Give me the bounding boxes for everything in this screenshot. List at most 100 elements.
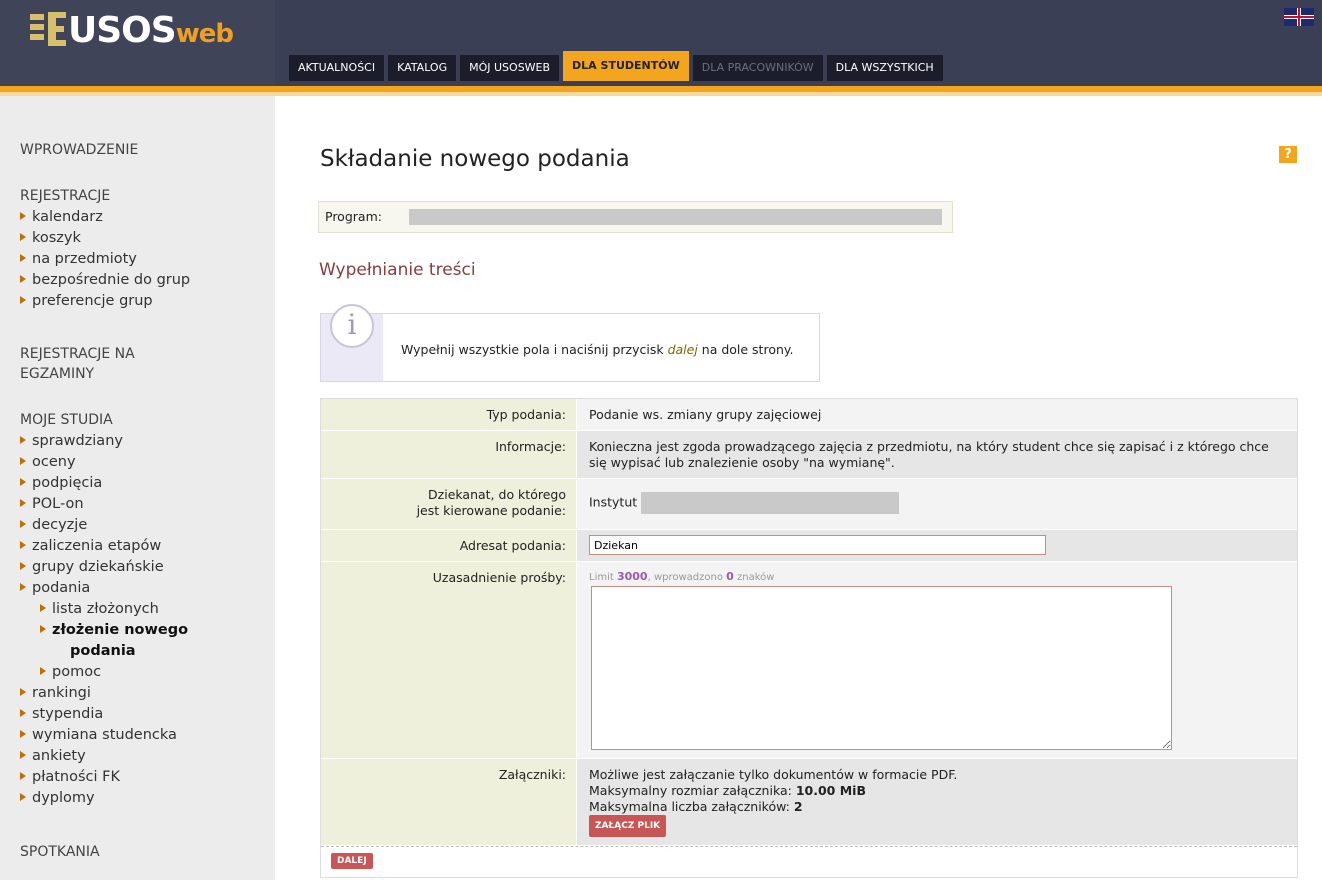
tab-dla-pracownikow[interactable]: DLA PRACOWNIKÓW bbox=[692, 55, 823, 81]
typ-label: Typ podania: bbox=[321, 399, 576, 430]
header-bar: USOSweb AKTUALNOŚCI KATALOG MÓJ USOSWEB … bbox=[0, 0, 1322, 96]
sidebar-item-zlozenie-nowego-podania[interactable]: złożenie nowego bbox=[20, 620, 188, 641]
next-button[interactable]: DALEJ bbox=[331, 853, 373, 869]
dziekanat-label: Dziekanat, do którego jest kierowane pod… bbox=[321, 479, 576, 529]
sidebar-item-wymiana-studencka[interactable]: wymiana studencka bbox=[20, 725, 188, 746]
sidebar-item-na-przedmioty[interactable]: na przedmioty bbox=[20, 249, 190, 270]
program-box: Program: bbox=[318, 201, 953, 233]
form-row-informacje: Informacje: Konieczna jest zgoda prowadz… bbox=[321, 431, 1297, 479]
form-row-typ: Typ podania: Podanie ws. zmiany grupy za… bbox=[321, 399, 1297, 431]
adresat-label: Adresat podania: bbox=[321, 530, 576, 561]
form-row-zalaczniki: Załączniki: Możliwe jest załączanie tylk… bbox=[321, 759, 1297, 846]
char-limit-counter: Limit 3000, wprowadzono 0 znaków bbox=[589, 570, 775, 583]
tab-moj-usosweb[interactable]: MÓJ USOSWEB bbox=[460, 55, 560, 81]
form-row-dziekanat: Dziekanat, do którego jest kierowane pod… bbox=[321, 479, 1297, 530]
info-box: i Wypełnij wszystkie pola i naciśnij prz… bbox=[320, 304, 820, 382]
bullet-icon bbox=[20, 232, 28, 242]
tab-aktualnosci[interactable]: AKTUALNOŚCI bbox=[289, 55, 385, 81]
bullet-icon bbox=[20, 582, 28, 592]
zalaczniki-label: Załączniki: bbox=[321, 759, 576, 845]
bullet-icon bbox=[20, 708, 28, 718]
sidebar-item-preferencje-grup[interactable]: preferencje grup bbox=[20, 291, 190, 312]
sidebar-item-sprawdziany[interactable]: sprawdziany bbox=[20, 431, 188, 452]
bullet-icon bbox=[20, 561, 28, 571]
form-row-uzasadnienie: Uzasadnienie prośby: Limit 3000, wprowad… bbox=[321, 562, 1297, 759]
usosweb-logo[interactable]: USOSweb bbox=[30, 10, 234, 51]
sidebar-item-pomoc[interactable]: pomoc bbox=[20, 662, 188, 683]
info-dalej-emphasis: dalej bbox=[667, 342, 698, 357]
help-icon[interactable]: ? bbox=[1279, 146, 1297, 163]
main-tabs: AKTUALNOŚCI KATALOG MÓJ USOSWEB DLA STUD… bbox=[289, 51, 943, 81]
sidebar-item-rankingi[interactable]: rankingi bbox=[20, 683, 188, 704]
zalaczniki-value: Możliwe jest załączanie tylko dokumentów… bbox=[577, 759, 1297, 845]
sidebar-item-oceny[interactable]: oceny bbox=[20, 452, 188, 473]
sidebar-section-rejestracje-na-egzaminy[interactable]: REJESTRACJE NA EGZAMINY bbox=[20, 344, 135, 384]
bullet-icon bbox=[20, 771, 28, 781]
sidebar-item-koszyk[interactable]: koszyk bbox=[20, 228, 190, 249]
sidebar-item-pol-on[interactable]: POL-on bbox=[20, 494, 188, 515]
sidebar-item-lista-zlozonych[interactable]: lista złożonych bbox=[20, 599, 188, 620]
uzasadnienie-label: Uzasadnienie prośby: bbox=[321, 562, 576, 758]
logo-suffix: web bbox=[175, 19, 234, 49]
bullet-icon bbox=[40, 603, 48, 613]
bullet-icon bbox=[20, 456, 28, 466]
bullet-icon bbox=[20, 687, 28, 697]
bullet-icon bbox=[20, 435, 28, 445]
program-value-redacted bbox=[409, 209, 942, 225]
sidebar-list-moje-studia: sprawdziany oceny podpięcia POL-on decyz… bbox=[20, 431, 188, 809]
bullet-icon bbox=[40, 624, 48, 634]
sidebar-item-decyzje[interactable]: decyzje bbox=[20, 515, 188, 536]
form-footer: DALEJ bbox=[321, 846, 1297, 877]
tab-katalog[interactable]: KATALOG bbox=[388, 55, 457, 81]
attach-file-button[interactable]: ZAŁĄCZ PLIK bbox=[589, 815, 667, 837]
bullet-icon bbox=[20, 750, 28, 760]
page-title: Składanie nowego podania bbox=[320, 146, 630, 172]
sidebar-item-zaliczenia-etapow[interactable]: zaliczenia etapów bbox=[20, 536, 188, 557]
bullet-icon bbox=[20, 498, 28, 508]
dziekanat-value: Instytut bbox=[577, 479, 1297, 529]
sidebar-item-zlozenie-nowego-podania-line2[interactable]: podania bbox=[20, 641, 188, 662]
adresat-input[interactable] bbox=[589, 535, 1046, 555]
sidebar-list-rejestracje: kalendarz koszyk na przedmioty bezpośred… bbox=[20, 207, 190, 312]
tab-dla-studentow[interactable]: DLA STUDENTÓW bbox=[563, 51, 689, 81]
bullet-icon bbox=[40, 666, 48, 676]
sidebar-item-podania[interactable]: podania bbox=[20, 578, 188, 599]
form-row-adresat: Adresat podania: bbox=[321, 530, 1297, 562]
informacje-label: Informacje: bbox=[321, 431, 576, 478]
logo-mark-icon bbox=[30, 12, 66, 46]
sidebar-item-podpiecia[interactable]: podpięcia bbox=[20, 473, 188, 494]
bullet-icon bbox=[20, 540, 28, 550]
bullet-icon bbox=[20, 729, 28, 739]
sidebar-item-platnosci-fk[interactable]: płatności FK bbox=[20, 767, 188, 788]
bullet-icon bbox=[20, 253, 28, 263]
sidebar-item-grupy-dziekanskie[interactable]: grupy dziekańskie bbox=[20, 557, 188, 578]
bullet-icon bbox=[20, 295, 28, 305]
sidebar-item-bezposrednie-do-grup[interactable]: bezpośrednie do grup bbox=[20, 270, 190, 291]
sidebar-item-stypendia[interactable]: stypendia bbox=[20, 704, 188, 725]
bullet-icon bbox=[20, 519, 28, 529]
bullet-icon bbox=[20, 211, 28, 221]
logo-text: USOS bbox=[68, 10, 177, 51]
sidebar-item-ankiety[interactable]: ankiety bbox=[20, 746, 188, 767]
program-label: Program: bbox=[325, 209, 382, 224]
sidebar-section-spotkania[interactable]: SPOTKANIA bbox=[20, 844, 100, 860]
informacje-value: Konieczna jest zgoda prowadzącego zajęci… bbox=[577, 431, 1297, 478]
sidebar-section-moje-studia[interactable]: MOJE STUDIA bbox=[20, 412, 113, 428]
section-title: Wypełnianie treści bbox=[319, 260, 476, 280]
logo-area: USOSweb bbox=[0, 0, 275, 88]
sidebar-section-wprowadzenie[interactable]: WPROWADZENIE bbox=[20, 142, 138, 158]
sidebar-item-dyplomy[interactable]: dyplomy bbox=[20, 788, 188, 809]
info-message: Wypełnij wszystkie pola i naciśnij przyc… bbox=[401, 342, 794, 357]
tab-dla-wszystkich[interactable]: DLA WSZYSTKICH bbox=[826, 55, 943, 81]
uk-flag-icon[interactable] bbox=[1284, 8, 1314, 26]
uzasadnienie-textarea[interactable] bbox=[591, 586, 1172, 750]
bullet-icon bbox=[20, 274, 28, 284]
sidebar-section-rejestracje[interactable]: REJESTRACJE bbox=[20, 188, 110, 204]
dziekanat-redacted bbox=[641, 492, 900, 514]
application-form: Typ podania: Podanie ws. zmiany grupy za… bbox=[320, 398, 1298, 878]
bullet-icon bbox=[20, 477, 28, 487]
sidebar: WPROWADZENIE REJESTRACJE kalendarz koszy… bbox=[0, 96, 275, 880]
bullet-icon bbox=[20, 792, 28, 802]
info-icon: i bbox=[330, 304, 374, 348]
sidebar-item-kalendarz[interactable]: kalendarz bbox=[20, 207, 190, 228]
